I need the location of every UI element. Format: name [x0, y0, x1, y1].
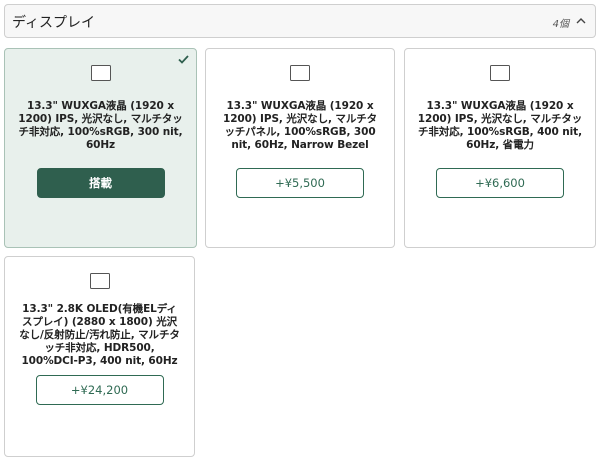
- display-section-header[interactable]: ディスプレイ 4個: [4, 4, 596, 38]
- option-select-button[interactable]: +¥5,500: [236, 168, 364, 198]
- image-placeholder-icon: [90, 65, 111, 81]
- option-select-button[interactable]: +¥6,600: [436, 168, 564, 198]
- image-placeholder-icon: [290, 65, 310, 81]
- option-description: 13.3" WUXGA液晶 (1920 x 1200) IPS, 光沢なし, マ…: [222, 100, 378, 151]
- image-placeholder-icon: [490, 65, 510, 81]
- option-description: 13.3" WUXGA液晶 (1920 x 1200) IPS, 光沢なし, マ…: [417, 100, 583, 151]
- display-option-card-2[interactable]: 13.3" WUXGA液晶 (1920 x 1200) IPS, 光沢なし, マ…: [205, 48, 395, 248]
- display-option-card-4[interactable]: 13.3" 2.8K OLED(有機ELディスプレイ) (2880 x 1800…: [4, 256, 195, 457]
- check-icon: [178, 55, 189, 64]
- display-option-card-3[interactable]: 13.3" WUXGA液晶 (1920 x 1200) IPS, 光沢なし, マ…: [404, 48, 596, 248]
- display-option-card-1[interactable]: 13.3" WUXGA液晶 (1920 x 1200) IPS, 光沢なし, マ…: [4, 48, 197, 248]
- option-description: 13.3" WUXGA液晶 (1920 x 1200) IPS, 光沢なし, マ…: [18, 100, 183, 151]
- option-select-button[interactable]: +¥24,200: [35, 375, 164, 405]
- option-description: 13.3" 2.8K OLED(有機ELディスプレイ) (2880 x 1800…: [19, 303, 180, 367]
- image-placeholder-icon: [89, 273, 110, 289]
- option-count: 4個: [552, 19, 569, 30]
- chevron-up-icon[interactable]: [575, 15, 587, 27]
- section-title: ディスプレイ: [12, 15, 96, 31]
- option-select-button[interactable]: 搭載: [36, 168, 165, 198]
